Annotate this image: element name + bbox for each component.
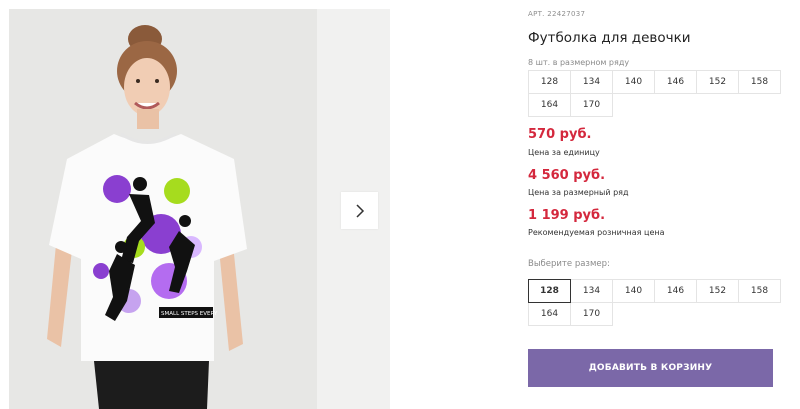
size-option[interactable]: 164 [528,302,571,326]
chevron-right-icon [355,203,364,218]
size-row-cell: 134 [570,70,613,94]
next-image-button[interactable] [341,192,378,229]
size-row-grid: 128 134 140 146 152 158 164 170 [528,70,781,117]
product-photo: SMALL STEPS EVERY [9,9,317,409]
add-to-cart-button[interactable]: ДОБАВИТЬ В КОРЗИНУ [528,349,773,387]
girl-in-tshirt-image: SMALL STEPS EVERY [9,9,317,409]
product-title: Футболка для девочки [528,30,691,46]
size-selector: 128 134 140 146 152 158 164 170 [528,279,781,326]
size-option[interactable]: 134 [570,279,613,303]
size-option[interactable]: 170 [570,302,613,326]
size-row-cell: 164 [528,93,571,117]
size-row-cell: 152 [696,70,739,94]
size-row-cell: 140 [612,70,655,94]
row-price-label: Цена за размерный ряд [528,188,629,197]
choose-size-label: Выберите размер: [528,259,610,269]
size-row-cell: 158 [738,70,781,94]
size-option[interactable]: 152 [696,279,739,303]
size-option[interactable]: 146 [654,279,697,303]
size-row-cell: 170 [570,93,613,117]
row-price: 4 560 руб. [528,168,606,183]
unit-price: 570 руб. [528,127,592,142]
size-row-cell: 128 [528,70,571,94]
size-row-cell: 146 [654,70,697,94]
retail-price: 1 199 руб. [528,208,606,223]
product-gallery: SMALL STEPS EVERY [0,0,390,409]
size-option-selected[interactable]: 128 [528,279,571,303]
size-row-quantity: 8 шт. в размерном ряду [528,58,630,67]
print-text: SMALL STEPS EVERY [161,311,218,317]
unit-price-label: Цена за единицу [528,148,600,157]
size-option[interactable]: 140 [612,279,655,303]
article-number: АРТ. 22427037 [528,10,586,18]
size-option[interactable]: 158 [738,279,781,303]
retail-price-label: Рекомендуемая розничная цена [528,228,665,237]
